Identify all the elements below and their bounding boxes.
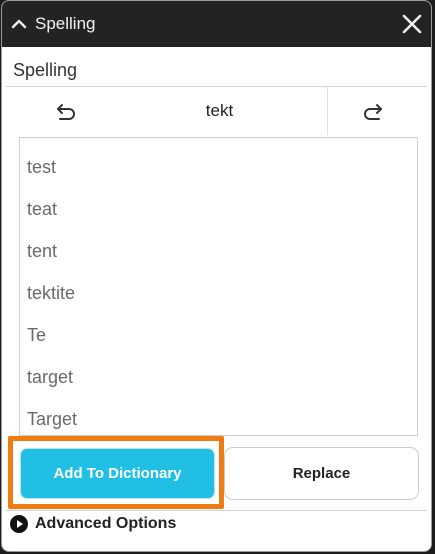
list-item[interactable]: Target: [20, 398, 417, 435]
advanced-options-label: Advanced Options: [35, 515, 177, 532]
redo-icon[interactable]: [361, 99, 385, 123]
play-circle-icon: [10, 515, 28, 533]
panel-titlebar: Spelling: [2, 1, 431, 47]
list-item[interactable]: tent: [20, 230, 417, 272]
replace-button[interactable]: Replace: [224, 447, 419, 500]
suggestions-list[interactable]: test teat tent tektite Te target Target: [19, 137, 418, 436]
divider: [327, 87, 328, 135]
spelling-panel: Spelling Spelling tekt test teat tent te…: [1, 0, 432, 552]
chevron-up-icon[interactable]: [10, 15, 28, 33]
close-icon[interactable]: [400, 12, 424, 36]
current-word: tekt: [205, 101, 234, 120]
divider: [6, 510, 427, 511]
list-item[interactable]: target: [20, 356, 417, 398]
add-to-dictionary-button[interactable]: Add To Dictionary: [20, 448, 215, 499]
section-label: Spelling: [13, 60, 78, 80]
advanced-options-toggle[interactable]: Advanced Options: [10, 513, 176, 535]
list-item[interactable]: teat: [20, 188, 417, 230]
list-item[interactable]: Te: [20, 314, 417, 356]
panel-title: Spelling: [35, 14, 96, 33]
list-item[interactable]: test: [20, 146, 417, 188]
word-navigator: tekt: [20, 87, 419, 135]
list-item[interactable]: tektite: [20, 272, 417, 314]
